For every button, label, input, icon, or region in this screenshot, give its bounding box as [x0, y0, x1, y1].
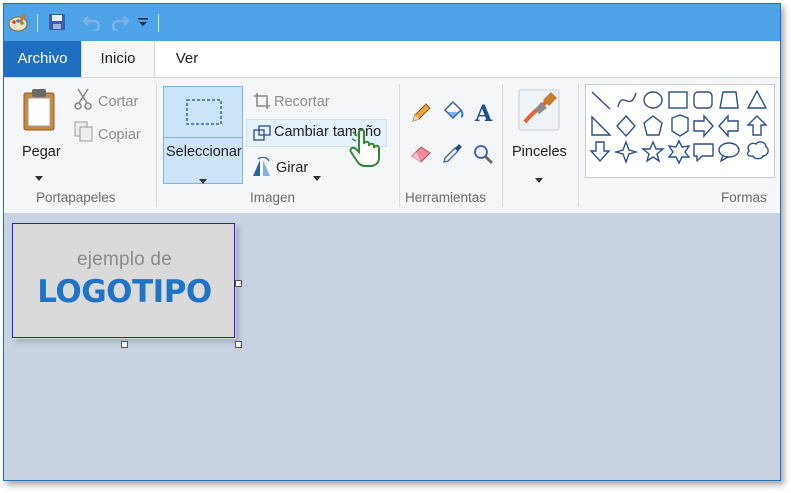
- select-button-label: Seleccionar: [166, 144, 242, 160]
- rotate-icon: [252, 156, 274, 181]
- shapes-gallery-icons[interactable]: [586, 85, 774, 177]
- select-button[interactable]: Seleccionar: [163, 86, 243, 184]
- paste-button[interactable]: Pegar: [22, 144, 61, 160]
- tab-ver[interactable]: Ver: [167, 41, 207, 77]
- resize-handle-corner[interactable]: [235, 341, 242, 348]
- resize-handle-right[interactable]: [235, 280, 242, 287]
- rotate-button[interactable]: Girar: [276, 160, 308, 176]
- crop-button[interactable]: Recortar: [274, 94, 330, 110]
- color-picker-icon[interactable]: [442, 142, 464, 168]
- group-label-herramientas: Herramientas: [405, 190, 487, 205]
- title-bar: [4, 4, 780, 41]
- copy-icon: [74, 121, 94, 147]
- selection-rect-icon: [186, 99, 222, 129]
- group-label-formas: Formas: [721, 190, 767, 205]
- brushes-button[interactable]: Pinceles: [512, 144, 567, 160]
- canvas-workspace[interactable]: ejemplo de LOGOTIPO: [4, 213, 780, 480]
- text-tool-icon[interactable]: A: [473, 100, 493, 128]
- svg-text:A: A: [474, 101, 493, 124]
- paste-clipboard-icon[interactable]: [22, 88, 56, 136]
- pencil-icon[interactable]: [410, 102, 432, 128]
- crop-icon: [253, 92, 271, 114]
- customize-qat-icon[interactable]: [137, 11, 149, 33]
- shapes-gallery: [585, 84, 775, 178]
- selection-rectangle[interactable]: [12, 223, 235, 338]
- select-dropdown-arrow-icon[interactable]: [199, 169, 207, 188]
- rotate-dropdown-arrow-icon[interactable]: [313, 166, 321, 185]
- paste-dropdown-arrow-icon[interactable]: [35, 166, 43, 185]
- paint-app-icon[interactable]: [7, 11, 29, 33]
- save-icon[interactable]: [48, 11, 66, 33]
- scissors-icon: [74, 88, 92, 114]
- copy-button[interactable]: Copiar: [98, 127, 141, 143]
- cut-button[interactable]: Cortar: [98, 94, 138, 110]
- magnifier-icon[interactable]: [472, 143, 494, 169]
- fill-bucket-icon[interactable]: [441, 100, 465, 128]
- redo-icon[interactable]: [110, 11, 130, 33]
- ribbon: Pegar Cortar Copiar Portapapeles Selecci…: [4, 77, 780, 214]
- resize-handle-bottom[interactable]: [121, 341, 128, 348]
- tab-inicio[interactable]: Inicio: [81, 41, 155, 78]
- brush-icon[interactable]: [517, 88, 561, 136]
- group-label-imagen: Imagen: [250, 190, 296, 205]
- eraser-icon[interactable]: [410, 143, 434, 167]
- hand-pointer-icon: [348, 128, 386, 172]
- brushes-dropdown-arrow-icon[interactable]: [535, 168, 543, 187]
- group-label-portapapeles: Portapapeles: [36, 190, 116, 205]
- paint-window: Archivo Inicio Ver Pegar Cortar Copiar P…: [3, 3, 781, 481]
- ribbon-tabs: Archivo Inicio Ver: [4, 41, 780, 78]
- undo-icon[interactable]: [82, 11, 102, 33]
- tab-archivo[interactable]: Archivo: [4, 41, 81, 77]
- resize-icon: [253, 125, 271, 145]
